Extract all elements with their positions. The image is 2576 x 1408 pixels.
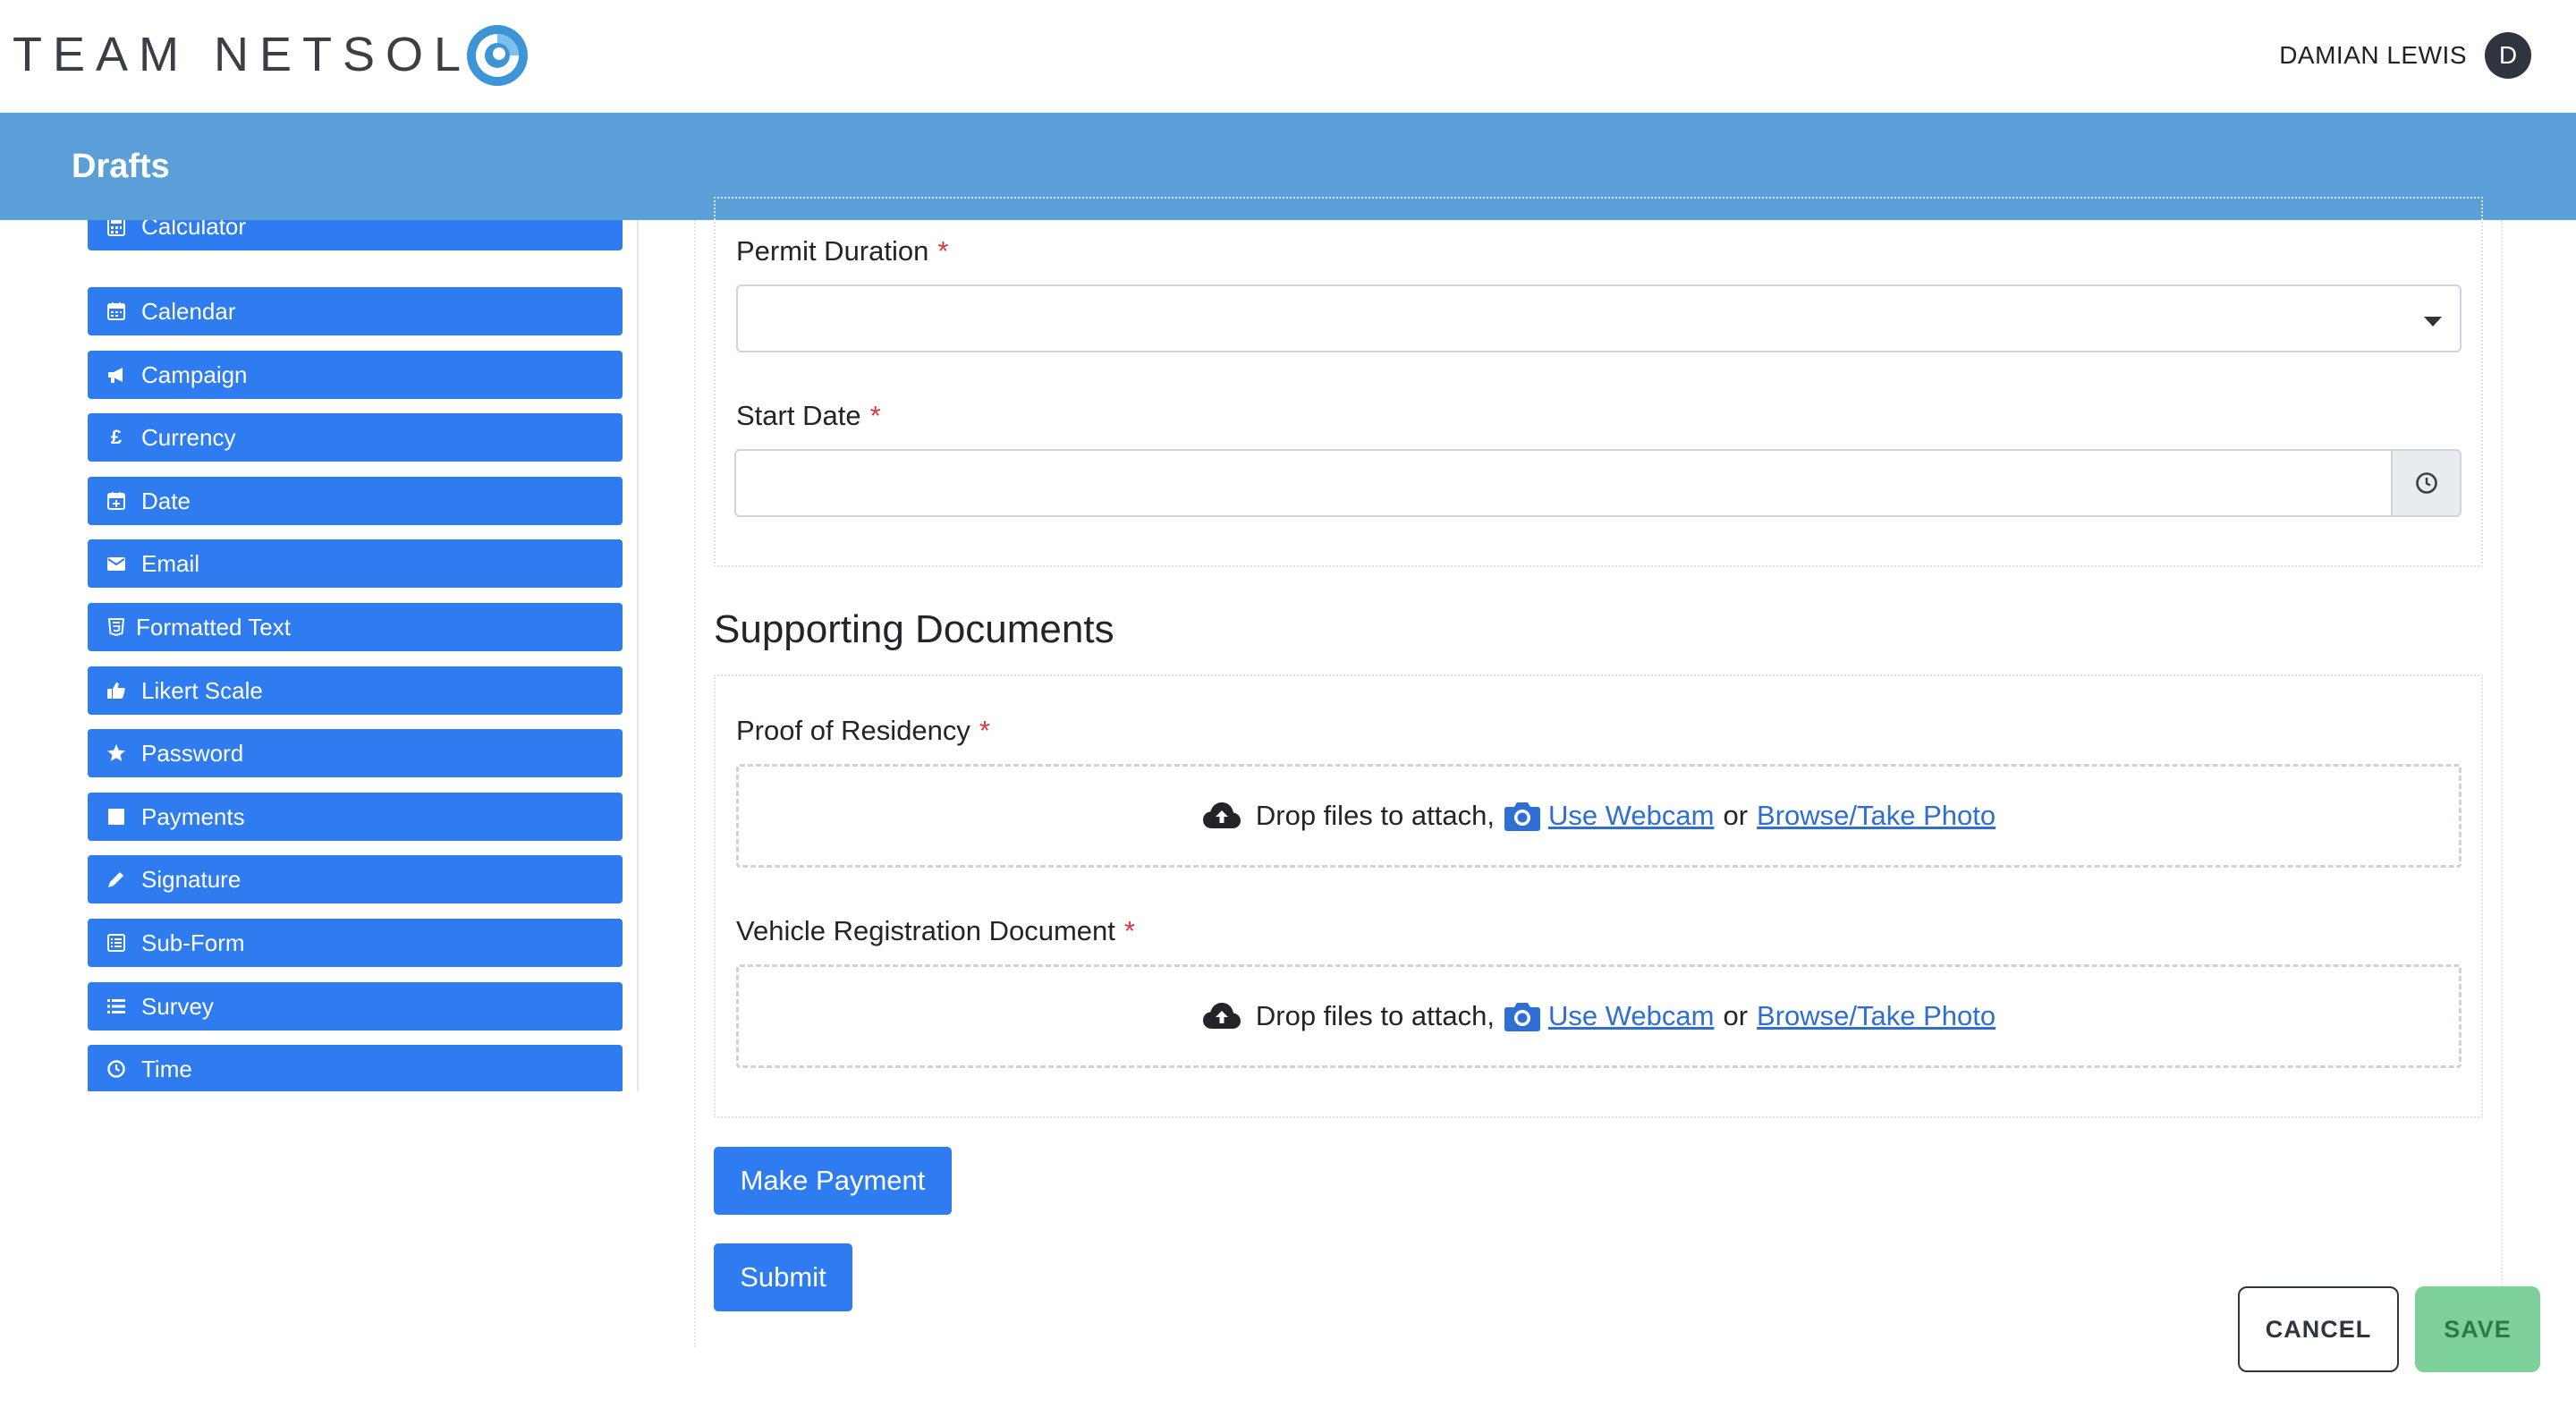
palette-item-likert-scale[interactable]: Likert Scale: [88, 666, 623, 715]
bullhorn-icon: [106, 364, 127, 386]
dropzone-drop-text: Drop files to attach,: [1255, 1000, 1495, 1031]
pencil-icon: [106, 869, 127, 890]
palette-item-label: Payments: [141, 803, 245, 830]
make-payment-button[interactable]: Make Payment: [714, 1147, 952, 1215]
palette-item-label: Sub-Form: [141, 929, 245, 956]
calculator-icon: [106, 220, 127, 237]
palette-item-label: Email: [141, 550, 200, 577]
camera-icon: [1504, 1000, 1541, 1032]
dropzone-or-text: or: [1723, 800, 1749, 831]
user-avatar[interactable]: D: [2485, 32, 2531, 79]
palette-item-label: Date: [141, 488, 191, 514]
dropzone-drop-text: Drop files to attach,: [1255, 800, 1495, 831]
palette-item-label: Currency: [141, 424, 236, 451]
palette-item-label: Signature: [141, 866, 242, 893]
cloud-upload-icon: [1202, 1001, 1241, 1031]
browse-take-photo-link[interactable]: Browse/Take Photo: [1757, 1000, 1996, 1032]
vehicle-registration-label: Vehicle Registration Document *: [736, 915, 1135, 946]
proof-of-residency-label: Proof of Residency *: [736, 715, 990, 746]
start-date-label: Start Date *: [736, 400, 881, 431]
vehicle-registration-dropzone[interactable]: Drop files to attach, Use Webcam or Brow…: [736, 964, 2462, 1068]
palette-item-password[interactable]: Password: [88, 729, 623, 777]
palette-item-label: Formatted Text: [136, 614, 291, 640]
palette-item-label: Password: [141, 740, 244, 767]
page: TEAM NETSOL DAMIAN LEWIS D Drafts Calcul…: [0, 0, 2576, 1408]
palette-item-formatted-text[interactable]: Formatted Text: [88, 603, 623, 651]
calendar-icon: [106, 301, 127, 322]
palette-item-label: Likert Scale: [141, 677, 263, 704]
palette-item-label: Time: [141, 1056, 192, 1082]
permit-duration-select[interactable]: [736, 284, 2462, 352]
palette-item-label: Calendar: [141, 298, 236, 325]
pound-icon: £: [110, 426, 123, 448]
chevron-down-icon: [2424, 317, 2442, 327]
palette-item-signature[interactable]: Signature: [88, 855, 623, 903]
required-marker: *: [937, 235, 949, 267]
clock-icon: [2415, 472, 2437, 494]
proof-of-residency-dropzone[interactable]: Drop files to attach, Use Webcam or Brow…: [736, 764, 2462, 868]
palette-item-payments[interactable]: Payments: [88, 793, 623, 841]
dropzone-or-text: or: [1723, 1000, 1749, 1031]
palette-item-label: Survey: [141, 993, 214, 1020]
palette-item-time[interactable]: Time: [88, 1045, 623, 1091]
required-marker: *: [869, 400, 881, 431]
cloud-upload-icon: [1202, 801, 1241, 831]
envelope-icon: [106, 553, 127, 574]
square-icon: [106, 806, 127, 827]
star-icon: [106, 742, 127, 764]
palette-item-currency[interactable]: £ Currency: [88, 413, 623, 462]
calendar-plus-icon: [106, 490, 127, 512]
palette-item-email[interactable]: Email: [88, 539, 623, 588]
clock-icon: [106, 1058, 127, 1080]
use-webcam-link[interactable]: Use Webcam: [1548, 1000, 1715, 1032]
submit-button[interactable]: Submit: [714, 1243, 852, 1311]
palette-item-calendar[interactable]: Calendar: [88, 287, 623, 335]
palette-item-survey[interactable]: Survey: [88, 982, 623, 1031]
palette-item-campaign[interactable]: Campaign: [88, 351, 623, 399]
cancel-button[interactable]: CANCEL: [2238, 1286, 2399, 1372]
form-canvas-left-border: [694, 220, 696, 1347]
required-marker: *: [979, 715, 990, 746]
palette-item-label: Campaign: [141, 361, 248, 388]
brand-logo-icon: [467, 25, 528, 86]
required-marker: *: [1123, 915, 1135, 946]
browse-take-photo-link[interactable]: Browse/Take Photo: [1757, 800, 1996, 832]
component-palette: Calculator Calendar Campaign £ Currency …: [86, 220, 639, 1091]
permit-duration-label: Permit Duration *: [736, 235, 949, 267]
top-header: TEAM NETSOL DAMIAN LEWIS D: [0, 0, 2576, 113]
list-icon: [106, 996, 127, 1017]
form-canvas-right-border: [2501, 220, 2503, 1347]
start-date-input[interactable]: [734, 449, 2393, 517]
save-button[interactable]: SAVE: [2415, 1286, 2540, 1372]
palette-item-sub-form[interactable]: Sub-Form: [88, 919, 623, 967]
page-title: Drafts: [72, 148, 170, 185]
palette-item-date[interactable]: Date: [88, 477, 623, 525]
palette-item-calculator[interactable]: Calculator: [88, 220, 623, 250]
list-alt-icon: [106, 932, 127, 954]
user-name[interactable]: DAMIAN LEWIS: [2279, 39, 2467, 72]
brand-logo-text: TEAM NETSOL: [13, 28, 472, 81]
camera-icon: [1504, 800, 1541, 832]
use-webcam-link[interactable]: Use Webcam: [1548, 800, 1715, 832]
thumbs-up-icon: [106, 680, 127, 701]
html5-icon: [106, 616, 127, 638]
supporting-documents-heading: Supporting Documents: [714, 607, 1114, 651]
palette-item-label: Calculator: [141, 220, 247, 240]
start-date-picker-button[interactable]: [2393, 449, 2462, 517]
